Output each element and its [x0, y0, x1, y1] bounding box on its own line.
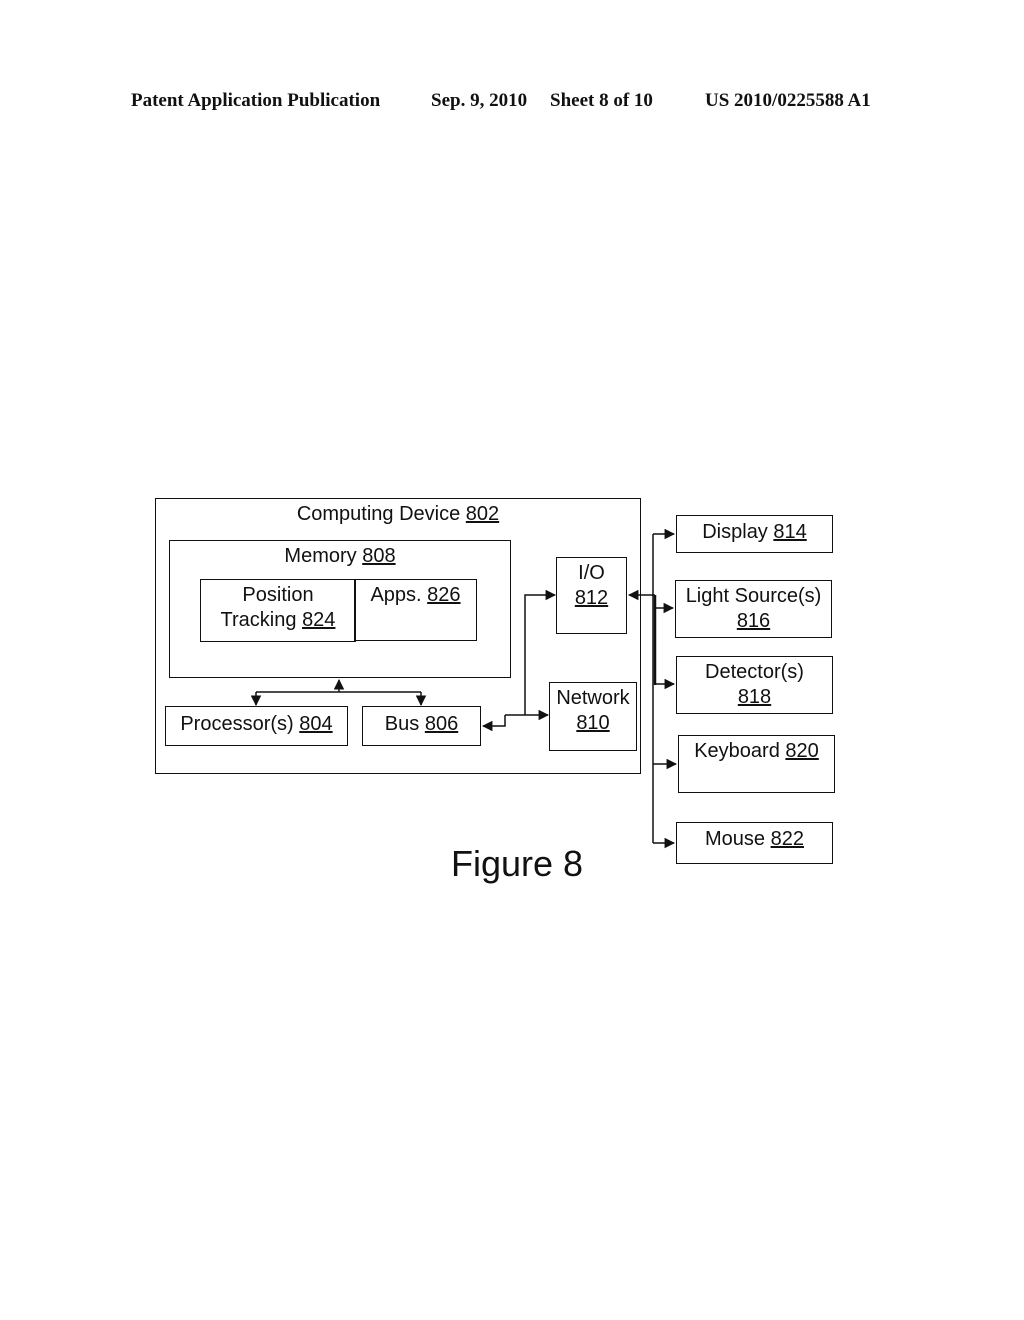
connector-lines	[250, 528, 678, 849]
bus-io-link	[524, 589, 557, 715]
figure-caption: Figure 8	[451, 843, 584, 884]
bus-return-link	[481, 715, 506, 732]
